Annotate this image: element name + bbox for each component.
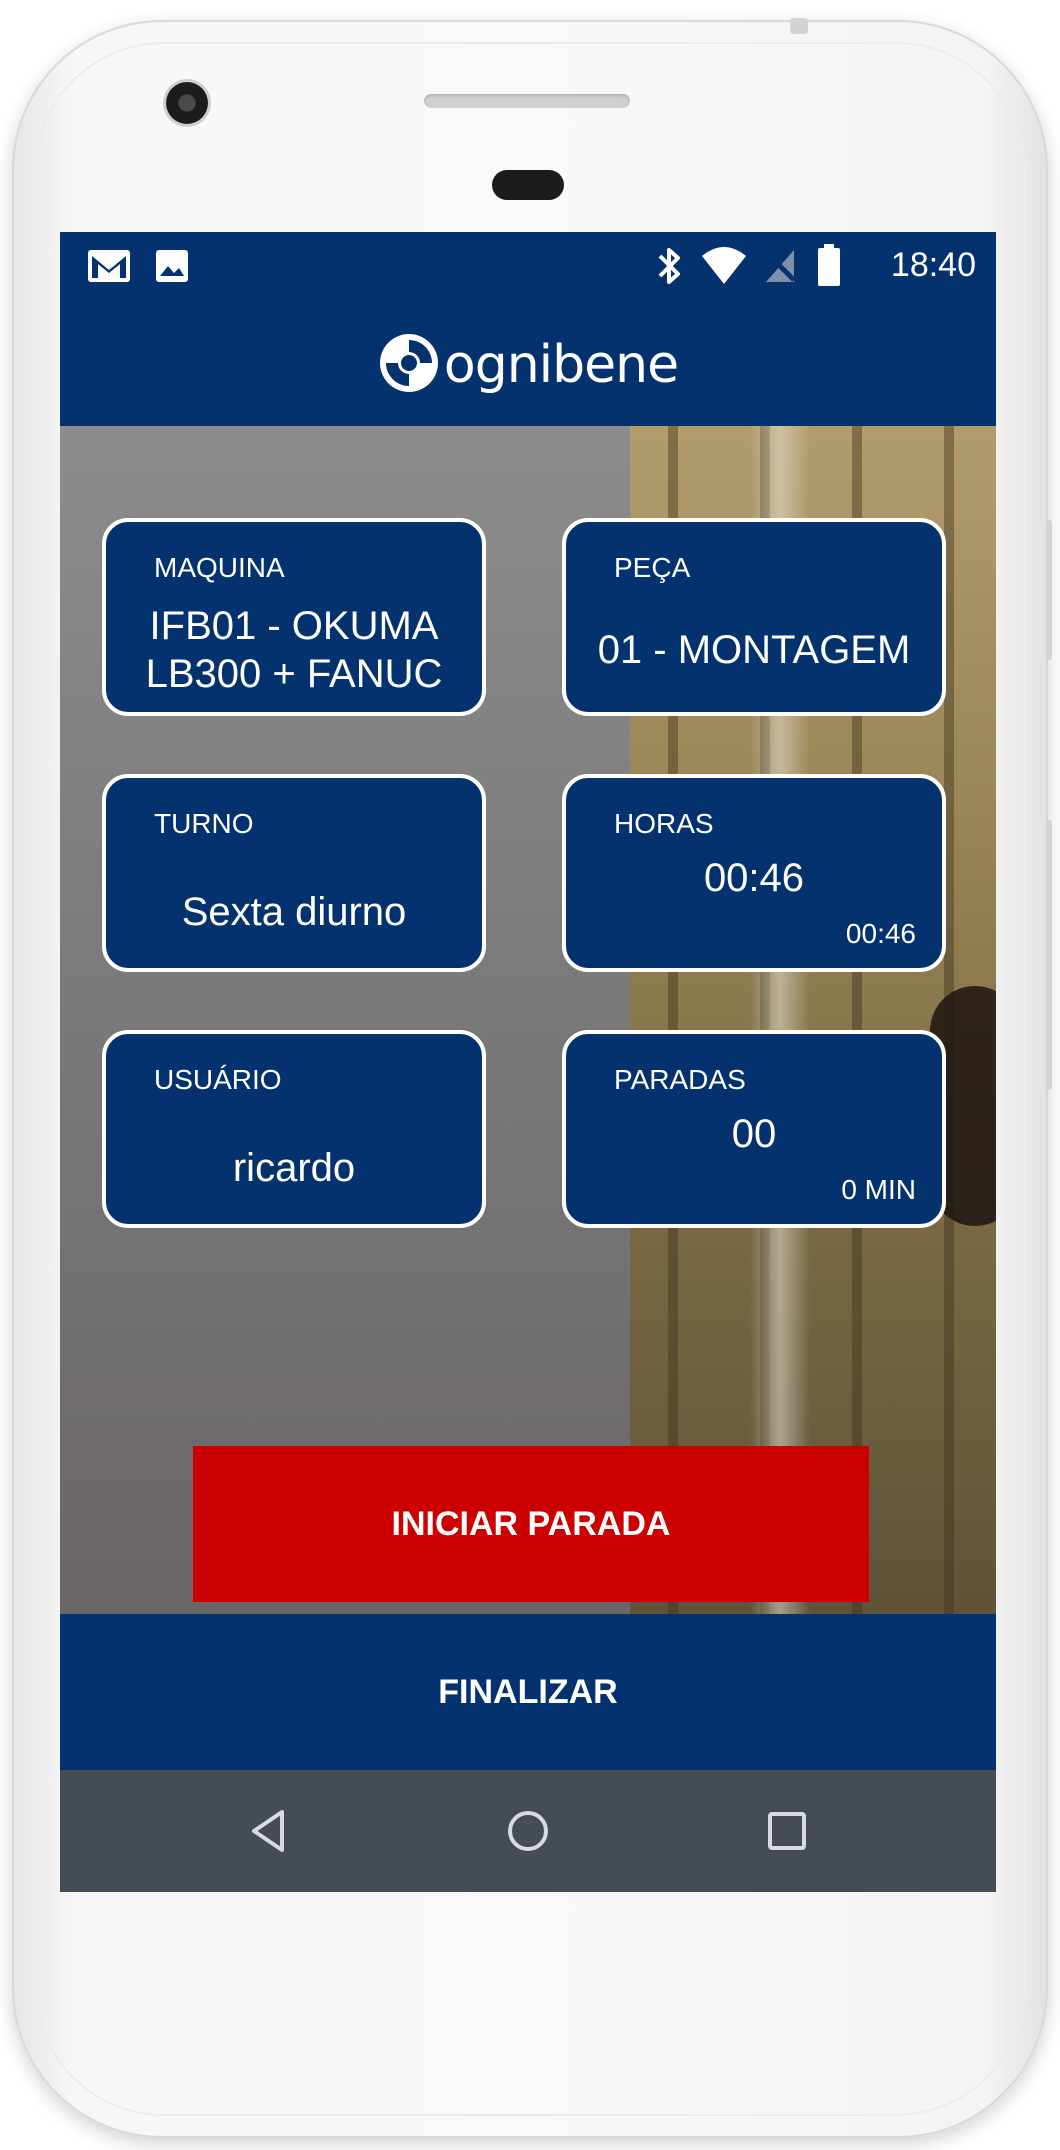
card-value: IFB01 - OKUMA LB300 + FANUC [145, 604, 443, 696]
status-bar: 18:40 [60, 232, 996, 304]
card-label: USUÁRIO [154, 1064, 282, 1095]
front-camera [166, 82, 208, 124]
card-turno[interactable]: TURNO Sexta diurno [102, 774, 486, 972]
card-subvalue: 0 MIN [841, 1174, 916, 1205]
card-maquina[interactable]: MAQUINA IFB01 - OKUMA LB300 + FANUC [102, 518, 486, 716]
brand-name: ognibene [443, 335, 679, 395]
navigation-bar [60, 1770, 996, 1892]
card-value: Sexta diurno [181, 890, 407, 934]
back-icon[interactable] [238, 1800, 300, 1862]
wifi-icon [700, 246, 748, 291]
volume-button [1046, 820, 1052, 1090]
iniciar-parada-button[interactable]: INICIAR PARADA [193, 1446, 869, 1602]
card-horas[interactable]: HORAS 00:46 00:46 [562, 774, 946, 972]
app-bar: ognibene [60, 304, 996, 426]
card-value: 00:46 [703, 856, 805, 900]
earpiece-speaker [424, 94, 630, 108]
image-icon [154, 248, 190, 289]
proximity-sensor [492, 170, 564, 200]
gmail-icon [86, 246, 132, 291]
card-value: 00 [731, 1112, 777, 1156]
bluetooth-icon [656, 244, 684, 293]
power-button [1046, 520, 1052, 660]
card-usuario[interactable]: USUÁRIO ricardo [102, 1030, 486, 1228]
phone-screen: 18:40 ognibene MAQUINA IFB01 - OKUMA LB3… [60, 232, 996, 1892]
recents-icon[interactable] [756, 1800, 818, 1862]
card-value: 01 - MONTAGEM [597, 628, 911, 672]
finalizar-button[interactable]: FINALIZAR [60, 1614, 996, 1770]
battery-icon [816, 242, 842, 293]
card-peca[interactable]: PEÇA 01 - MONTAGEM [562, 518, 946, 716]
card-paradas[interactable]: PARADAS 00 0 MIN [562, 1030, 946, 1228]
card-value: ricardo [232, 1146, 356, 1190]
card-label: PEÇA [614, 552, 691, 583]
home-icon[interactable] [497, 1800, 559, 1862]
card-label: MAQUINA [154, 552, 285, 583]
card-label: TURNO [154, 808, 254, 839]
top-notch-edge [790, 18, 808, 34]
no-signal-icon [760, 246, 800, 291]
card-label: PARADAS [614, 1064, 746, 1095]
card-subvalue: 00:46 [845, 918, 916, 949]
ognibene-logo-icon [378, 332, 440, 399]
brand-logo: ognibene [378, 332, 679, 399]
dashboard-content: MAQUINA IFB01 - OKUMA LB300 + FANUC PEÇA… [60, 426, 996, 1614]
status-time: 18:40 [890, 246, 976, 284]
card-label: HORAS [614, 808, 714, 839]
